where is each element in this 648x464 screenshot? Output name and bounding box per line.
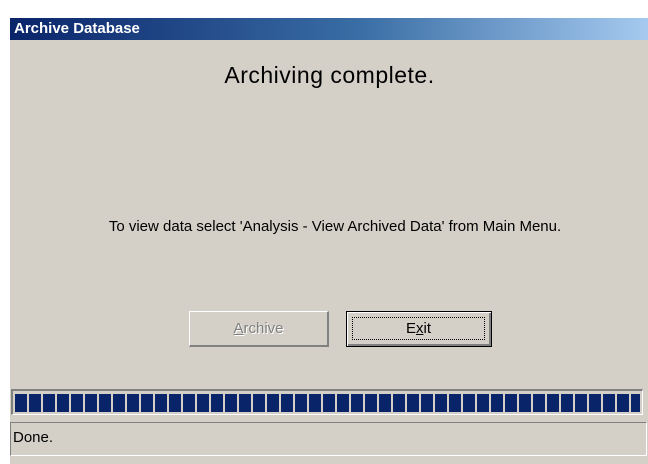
exit-label-post: it xyxy=(423,320,432,337)
status-heading: Archiving complete. xyxy=(224,62,435,88)
archive-database-window: Archive Database Archiving complete. To … xyxy=(9,17,648,464)
archive-mnemonic: A xyxy=(233,319,244,337)
progress-fill xyxy=(15,394,640,412)
exit-label-pre: E xyxy=(405,320,416,337)
status-bar: Done. xyxy=(10,422,647,456)
title-bar[interactable]: Archive Database xyxy=(10,18,648,40)
status-text: Done. xyxy=(13,429,54,446)
exit-focus-rect: Exit xyxy=(352,317,485,340)
archive-label-rest: rchive xyxy=(243,319,284,337)
archive-button: Archive xyxy=(189,311,329,347)
instruction-text: To view data select 'Analysis - View Arc… xyxy=(108,218,562,235)
progress-bar xyxy=(11,389,643,415)
window-title: Archive Database xyxy=(14,20,140,37)
exit-mnemonic: x xyxy=(416,320,424,337)
exit-button[interactable]: Exit xyxy=(346,311,492,347)
